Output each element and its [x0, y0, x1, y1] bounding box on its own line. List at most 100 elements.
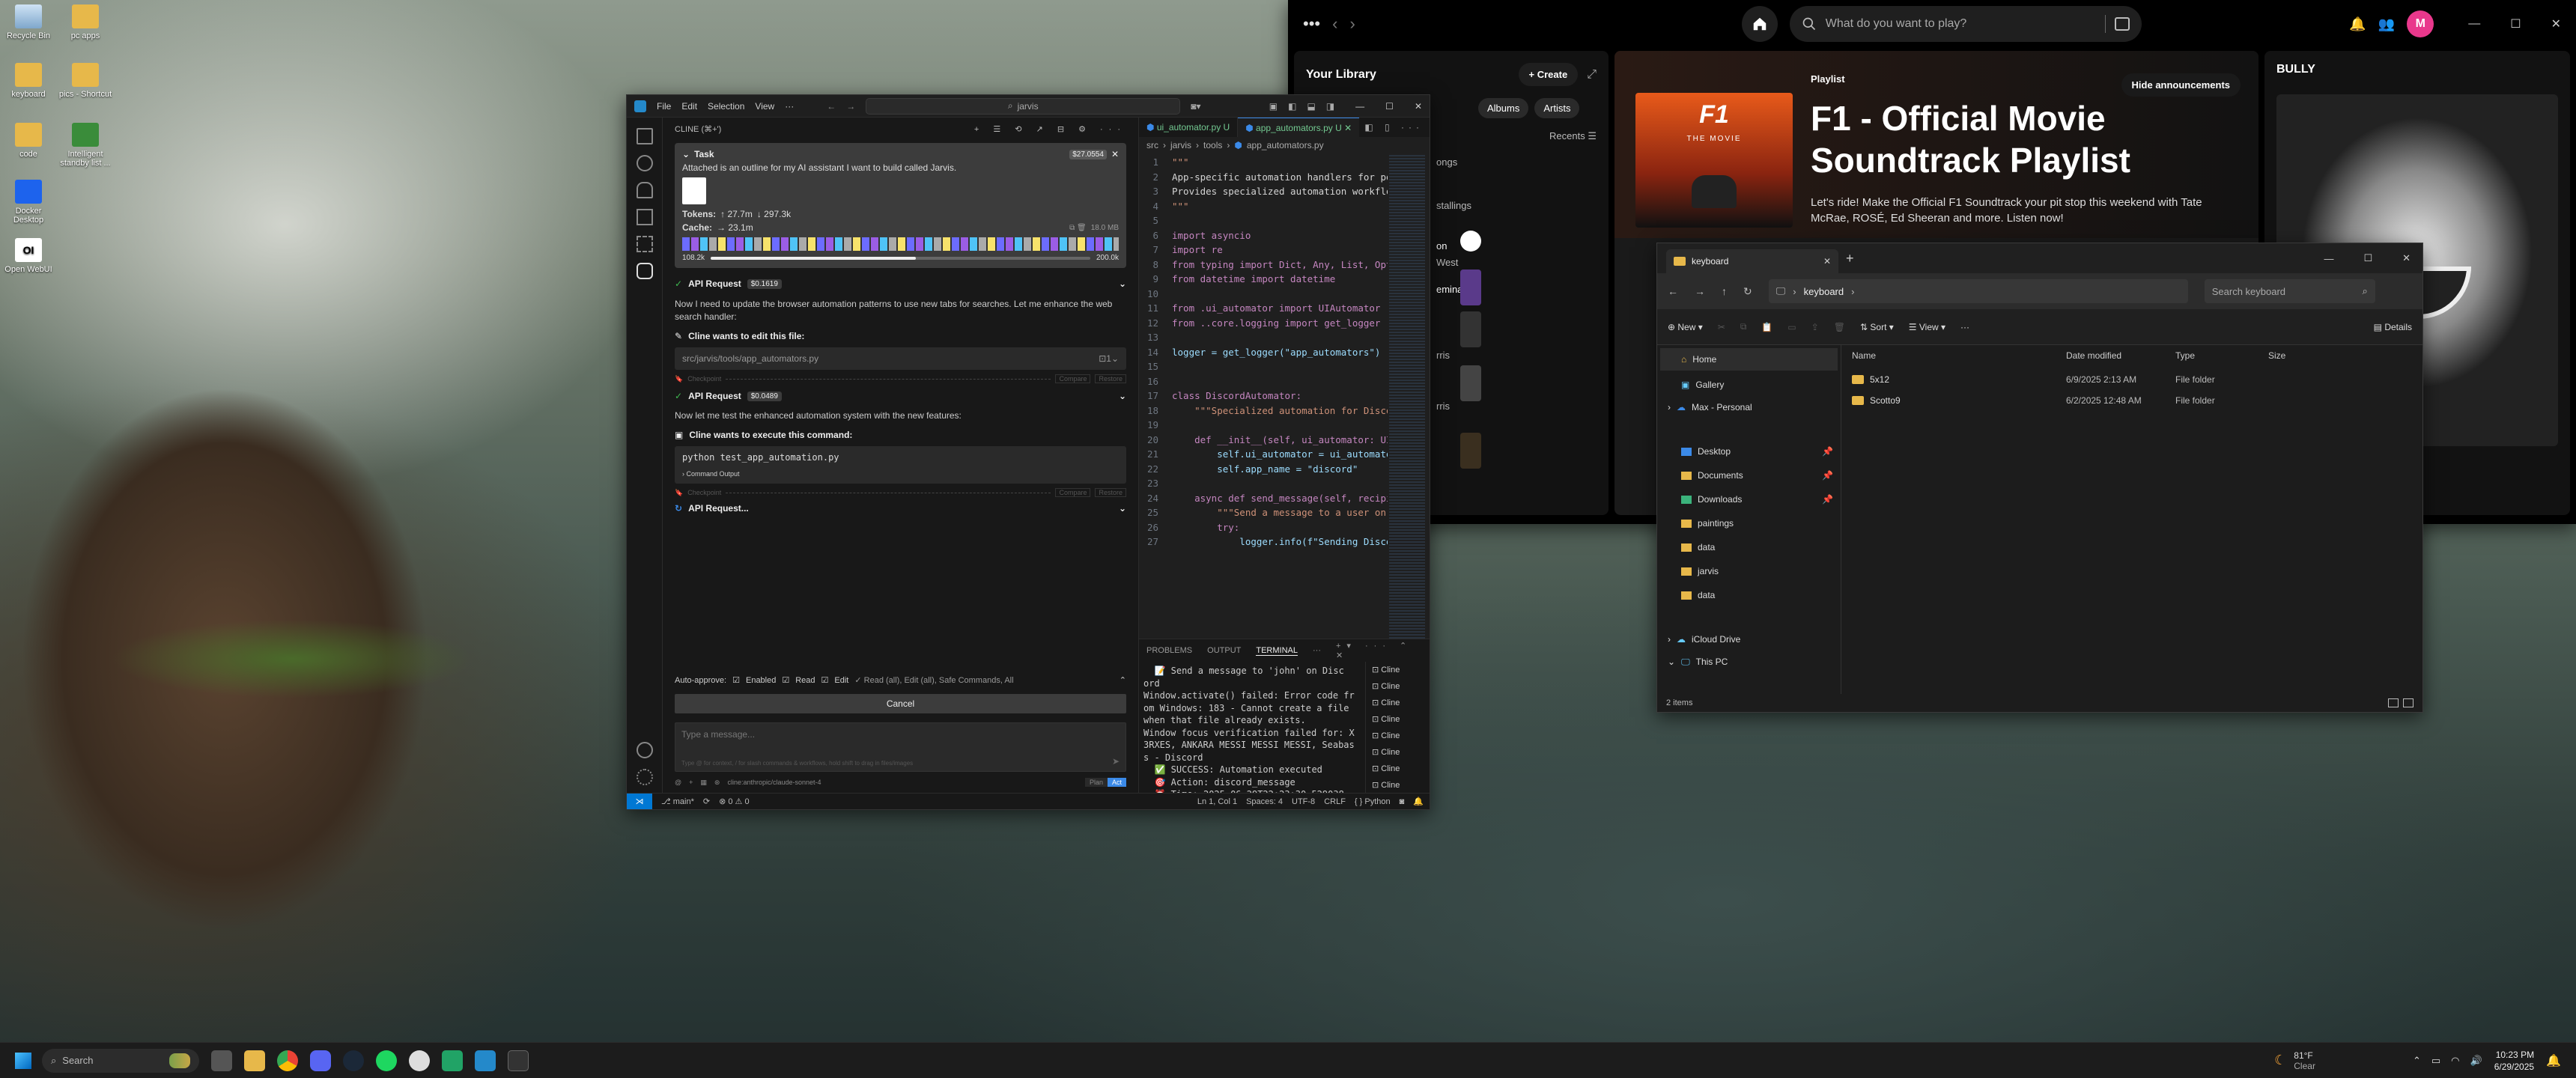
checkbox-edit[interactable]: ☑	[821, 675, 829, 685]
cline-toolbar-icons[interactable]: + ☰ ⟲ ↗ ⊟ ⚙ ···	[974, 124, 1126, 134]
copy-icon[interactable]: ⧉	[1740, 321, 1747, 332]
delete-icon[interactable]: 🗑	[1834, 322, 1845, 332]
terminal-icon[interactable]	[508, 1050, 529, 1071]
layout-icon[interactable]: ▣	[1269, 101, 1278, 112]
nav-item-this-pc[interactable]: ⌄ 🖵 This PC	[1657, 651, 1841, 673]
refresh-icon[interactable]: ↻	[1743, 285, 1752, 298]
send-icon[interactable]: ➤	[1112, 756, 1120, 767]
expand-icon[interactable]: ⌄	[1119, 391, 1126, 401]
run-debug-icon[interactable]	[636, 209, 653, 225]
friends-icon[interactable]: 👥	[2378, 16, 2395, 32]
maximize-icon[interactable]: ☐	[2363, 252, 2372, 264]
forward-icon[interactable]: ›	[1349, 14, 1355, 34]
sort-button[interactable]: ⇅ Sort ▾	[1860, 322, 1894, 332]
terminal-session-item[interactable]: ⊡ Cline	[1366, 744, 1430, 761]
wifi-icon[interactable]: ◠	[2451, 1055, 2459, 1067]
file-explorer-icon[interactable]	[244, 1050, 265, 1071]
toggle-panel-icon[interactable]: ⬓	[1307, 101, 1315, 112]
close-icon[interactable]: ✕	[2551, 16, 2561, 31]
new-tab-icon[interactable]: +	[1846, 251, 1854, 267]
home-button[interactable]	[1741, 6, 1778, 42]
spreadsheet-icon[interactable]	[442, 1050, 463, 1071]
weather-widget[interactable]: ☾ 81°F Clear	[2274, 1050, 2315, 1071]
library-title[interactable]: Your Library	[1306, 68, 1376, 82]
cut-icon[interactable]: ✂	[1718, 322, 1725, 332]
checkbox-read[interactable]: ☑	[782, 675, 789, 685]
export-icon[interactable]: ⧉ 🗑	[1069, 224, 1087, 232]
details-view-icon[interactable]	[2388, 698, 2399, 707]
nav-item-documents[interactable]: Documents 📌	[1657, 463, 1841, 487]
create-button[interactable]: + Create	[1518, 63, 1579, 86]
desktop-icon-pc-apps[interactable]: pc apps	[57, 4, 114, 40]
menu-file[interactable]: File	[657, 101, 671, 112]
editor-actions[interactable]: ◧ ▯ ···	[1364, 122, 1430, 133]
tray-chevron-icon[interactable]: ⌃	[2413, 1055, 2421, 1067]
expand-icon[interactable]: ⤢	[1587, 68, 1597, 82]
vscode-icon[interactable]	[475, 1050, 496, 1071]
notifications-icon[interactable]: 🔔	[1413, 797, 1430, 806]
tab-terminal[interactable]: TERMINAL	[1256, 646, 1298, 656]
volume-icon[interactable]: 🔊	[2470, 1055, 2482, 1067]
desktop-icon-pics-shortcut[interactable]: pics - Shortcut	[57, 63, 114, 99]
column-date[interactable]: Date modified	[2066, 350, 2175, 361]
model-selector[interactable]: cline:anthropic/claude-sonnet-4	[727, 779, 821, 786]
start-icon[interactable]	[15, 1052, 31, 1069]
account-icon[interactable]	[637, 742, 653, 758]
at-icon[interactable]: @	[675, 779, 681, 786]
playlist-thumb[interactable]	[1460, 270, 1481, 305]
terminal-session-item[interactable]: ⊡ Cline	[1366, 711, 1430, 728]
terminal-session-item[interactable]: ⊡ Cline	[1366, 662, 1430, 678]
desktop-icon-recycle-bin[interactable]: Recycle Bin	[0, 4, 57, 40]
list-item[interactable]: ongs	[1436, 154, 1609, 171]
desktop-icon-open-webui[interactable]: OI Open WebUI	[0, 238, 57, 274]
filter-artists[interactable]: Artists	[1534, 98, 1580, 118]
terminal-session-item[interactable]: ⊡ Cline	[1366, 728, 1430, 744]
command-output-toggle[interactable]: › Command Output	[682, 470, 1119, 478]
column-type[interactable]: Type	[2175, 350, 2268, 361]
tab-output[interactable]: OUTPUT	[1207, 646, 1241, 655]
checkbox-enabled[interactable]: ☑	[732, 675, 740, 685]
clock[interactable]: 10:23 PM 6/29/2025	[2494, 1049, 2534, 1073]
copilot-icon[interactable]: ◙▾	[1191, 101, 1200, 112]
desktop-icon-keyboard[interactable]: keyboard	[0, 63, 57, 99]
minimize-icon[interactable]: —	[2324, 253, 2333, 264]
cancel-button[interactable]: Cancel	[675, 694, 1126, 713]
table-row[interactable]: 5x12 6/9/2025 2:13 AM File folder	[1841, 369, 2422, 390]
list-item[interactable]: rris	[1436, 347, 1609, 364]
plan-mode-toggle[interactable]: Plan	[1084, 778, 1108, 787]
command-center[interactable]: ⌕ jarvis	[866, 97, 1181, 115]
cover-art[interactable]: F1 THE MOVIE	[1635, 93, 1793, 228]
cline-icon[interactable]	[636, 263, 653, 279]
taskbar-search[interactable]: ⌕ Search	[42, 1048, 199, 1073]
terminal-session-item[interactable]: ⊡ Cline	[1366, 695, 1430, 711]
minimap[interactable]	[1389, 155, 1425, 639]
terminal-actions[interactable]: +▾ ··· ⌃ ✕	[1336, 641, 1430, 660]
forward-icon[interactable]: →	[846, 101, 855, 112]
message-input[interactable]: Type a message... Type @ for context, / …	[675, 722, 1126, 772]
playlist-title[interactable]: F1 - Official Movie Soundtrack Playlist	[1811, 97, 2230, 181]
close-tab-icon[interactable]: ✕	[1823, 256, 1831, 267]
menu-dots-icon[interactable]: •••	[1303, 14, 1320, 34]
nav-item-data-2[interactable]: data	[1657, 583, 1841, 607]
restore-button[interactable]: Restore	[1095, 488, 1126, 497]
nav-item-jarvis[interactable]: jarvis	[1657, 559, 1841, 583]
toggle-secondary-icon[interactable]: ◨	[1326, 101, 1334, 112]
desktop-icon-code[interactable]: code	[0, 123, 57, 159]
back-icon[interactable]: ‹	[1332, 14, 1337, 34]
nav-item-gallery[interactable]: ▣ Gallery	[1657, 374, 1841, 396]
compare-button[interactable]: Compare	[1055, 488, 1091, 497]
chatgpt-icon[interactable]	[409, 1050, 430, 1071]
avatar[interactable]: M	[2407, 10, 2434, 37]
table-row[interactable]: Scotto9 6/2/2025 12:48 AM File folder	[1841, 390, 2422, 411]
list-item[interactable]: stallings	[1436, 198, 1609, 214]
up-icon[interactable]: ↑	[1722, 285, 1727, 297]
extensions-icon[interactable]	[636, 236, 653, 252]
close-icon[interactable]: ✕	[1415, 101, 1422, 112]
menu-view[interactable]: View	[755, 101, 774, 112]
tab-problems[interactable]: PROBLEMS	[1146, 646, 1192, 655]
view-button[interactable]: ☰ View ▾	[1909, 322, 1945, 332]
close-task-icon[interactable]: ✕	[1111, 149, 1119, 159]
notification-center-icon[interactable]: 🔔	[2546, 1053, 2561, 1068]
nav-item-home[interactable]: ⌂ Home	[1660, 348, 1838, 371]
desktop-icon-docker[interactable]: Docker Desktop	[0, 180, 57, 225]
